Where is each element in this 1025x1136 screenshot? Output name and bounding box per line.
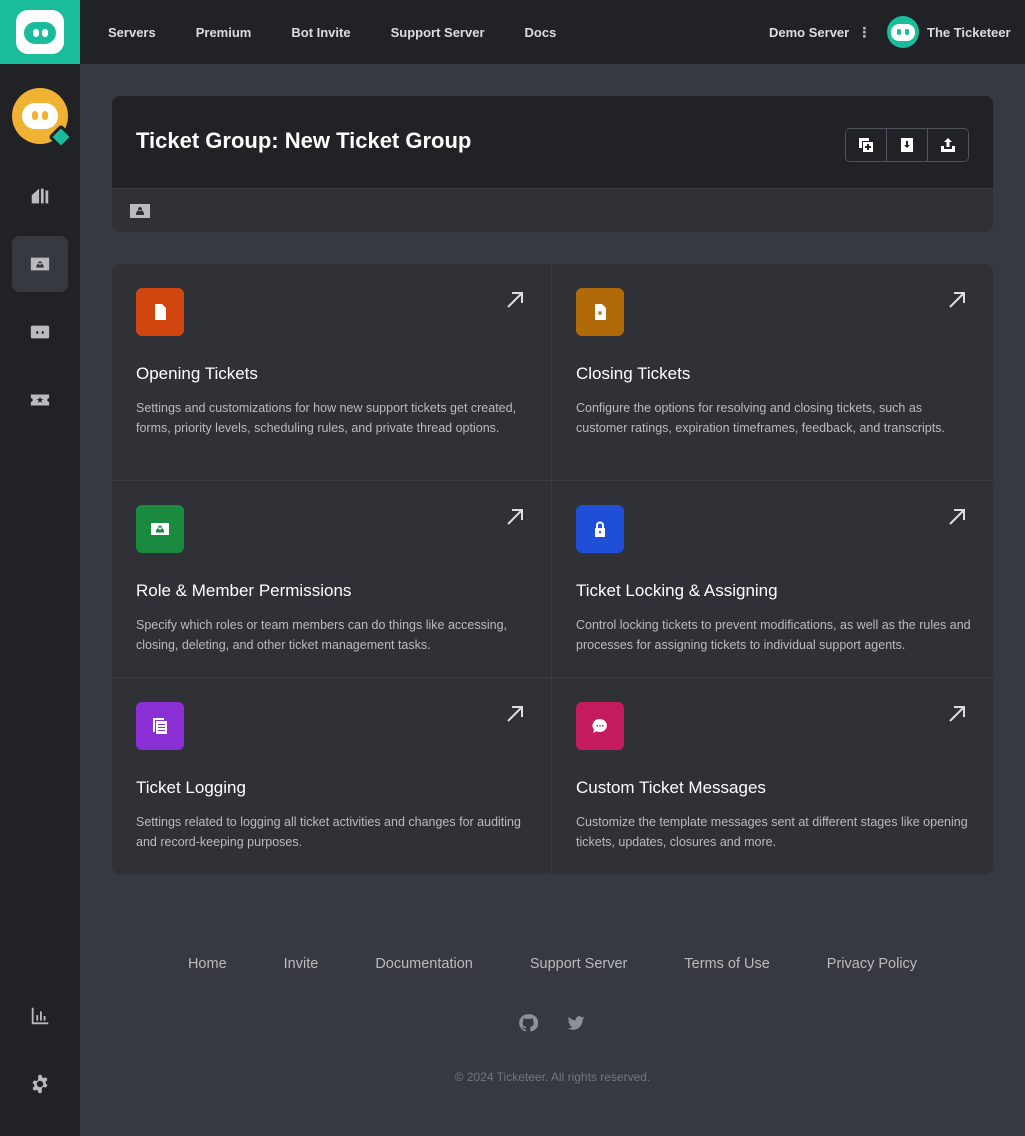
card-description: Settings and customizations for how new … <box>136 401 517 435</box>
ticketeer-logo-icon <box>16 10 64 54</box>
file-icon <box>155 304 166 320</box>
nav-servers[interactable]: Servers <box>108 25 156 40</box>
user-name: The Ticketeer <box>927 24 1011 40</box>
card-icon-tile <box>576 702 624 750</box>
card-icon-tile <box>136 702 184 750</box>
export-button[interactable] <box>928 129 968 161</box>
chat-icon <box>30 325 50 339</box>
duplicate-button[interactable] <box>846 129 887 161</box>
card-title: Opening Tickets <box>136 364 258 383</box>
open-arrow-icon[interactable] <box>505 290 525 310</box>
twitter-icon[interactable] <box>566 1013 586 1033</box>
id-card-icon <box>151 523 169 535</box>
card-icon-tile <box>136 505 184 553</box>
server-selector[interactable]: Demo Server ⋮ <box>769 0 871 64</box>
footer-link-terms[interactable]: Terms of Use <box>684 956 769 972</box>
footer-link-documentation[interactable]: Documentation <box>375 956 473 972</box>
sidebar-item-ticket-groups[interactable] <box>12 236 68 292</box>
main-nav: Servers Premium Bot Invite Support Serve… <box>108 0 556 64</box>
nav-support-server[interactable]: Support Server <box>391 25 485 40</box>
sidebar-item-messages[interactable] <box>12 304 68 360</box>
sidebar-item-stats[interactable] <box>12 988 68 1044</box>
open-arrow-icon[interactable] <box>505 704 525 724</box>
avatar <box>887 16 919 48</box>
settings-grid: Opening Tickets Settings and customizati… <box>112 264 993 874</box>
ticket-group-header: Ticket Group: New Ticket Group <box>112 96 993 232</box>
open-arrow-icon[interactable] <box>947 507 967 527</box>
page-title: Ticket Group: New Ticket Group <box>136 128 472 153</box>
id-card-icon <box>30 257 50 271</box>
card-role-member-permissions[interactable]: Role & Member Permissions Specify which … <box>112 481 552 678</box>
github-icon[interactable] <box>518 1013 538 1033</box>
footer-link-support-server[interactable]: Support Server <box>530 956 628 972</box>
card-ticket-logging[interactable]: Ticket Logging Settings related to loggi… <box>112 678 552 874</box>
header-tab-bar <box>112 188 993 232</box>
header-actions <box>845 128 969 162</box>
card-ticket-locking-assigning[interactable]: Ticket Locking & Assigning Control locki… <box>552 481 993 678</box>
server-name: Demo Server <box>769 24 850 40</box>
kebab-menu-icon[interactable]: ⋮ <box>857 24 871 41</box>
card-description: Configure the options for resolving and … <box>576 401 945 435</box>
open-arrow-icon[interactable] <box>505 507 525 527</box>
card-title: Role & Member Permissions <box>136 581 352 600</box>
card-description: Settings related to logging all ticket a… <box>136 815 521 849</box>
download-icon <box>901 138 913 152</box>
nav-premium[interactable]: Premium <box>196 25 252 40</box>
id-card-icon[interactable] <box>130 203 150 219</box>
card-opening-tickets[interactable]: Opening Tickets Settings and customizati… <box>112 264 552 481</box>
copyright-text: © 2024 Ticketeer. All rights reserved. <box>454 1070 651 1084</box>
copy-plus-icon <box>859 138 873 152</box>
card-title: Ticket Locking & Assigning <box>576 581 778 600</box>
sidebar-item-settings[interactable] <box>12 1056 68 1112</box>
user-menu[interactable]: The Ticketeer <box>887 16 1011 48</box>
card-title: Custom Ticket Messages <box>576 778 766 797</box>
lock-icon <box>595 521 605 537</box>
card-icon-tile <box>576 505 624 553</box>
file-x-icon <box>595 304 606 320</box>
sidebar <box>0 64 80 1136</box>
open-arrow-icon[interactable] <box>947 704 967 724</box>
footer-links: Home Invite Documentation Support Server… <box>112 956 993 972</box>
card-description: Control locking tickets to prevent modif… <box>576 618 971 652</box>
sidebar-item-home[interactable] <box>12 168 68 224</box>
open-arrow-icon[interactable] <box>947 290 967 310</box>
app-logo[interactable] <box>0 0 80 64</box>
footer-link-invite[interactable]: Invite <box>284 956 319 972</box>
card-custom-ticket-messages[interactable]: Custom Ticket Messages Customize the tem… <box>552 678 993 874</box>
footer-link-home[interactable]: Home <box>188 956 227 972</box>
top-bar: Servers Premium Bot Invite Support Serve… <box>0 0 1025 64</box>
gear-icon <box>32 1074 48 1094</box>
nav-bot-invite[interactable]: Bot Invite <box>291 25 350 40</box>
card-closing-tickets[interactable]: Closing Tickets Configure the options fo… <box>552 264 993 481</box>
card-description: Customize the template messages sent at … <box>576 815 968 849</box>
logs-icon <box>153 718 167 734</box>
upload-icon <box>941 138 955 152</box>
card-icon-tile <box>136 288 184 336</box>
ticket-star-icon <box>30 394 50 406</box>
card-description: Specify which roles or team members can … <box>136 618 507 652</box>
card-icon-tile <box>576 288 624 336</box>
card-title: Closing Tickets <box>576 364 691 383</box>
card-title: Ticket Logging <box>136 778 246 797</box>
chat-bubble-icon <box>592 718 607 733</box>
social-links <box>518 1013 586 1033</box>
home-icon <box>31 188 49 204</box>
bar-chart-icon <box>31 1007 49 1025</box>
import-button[interactable] <box>887 129 928 161</box>
sidebar-item-panels[interactable] <box>12 372 68 428</box>
nav-docs[interactable]: Docs <box>525 25 557 40</box>
footer-link-privacy[interactable]: Privacy Policy <box>827 956 917 972</box>
